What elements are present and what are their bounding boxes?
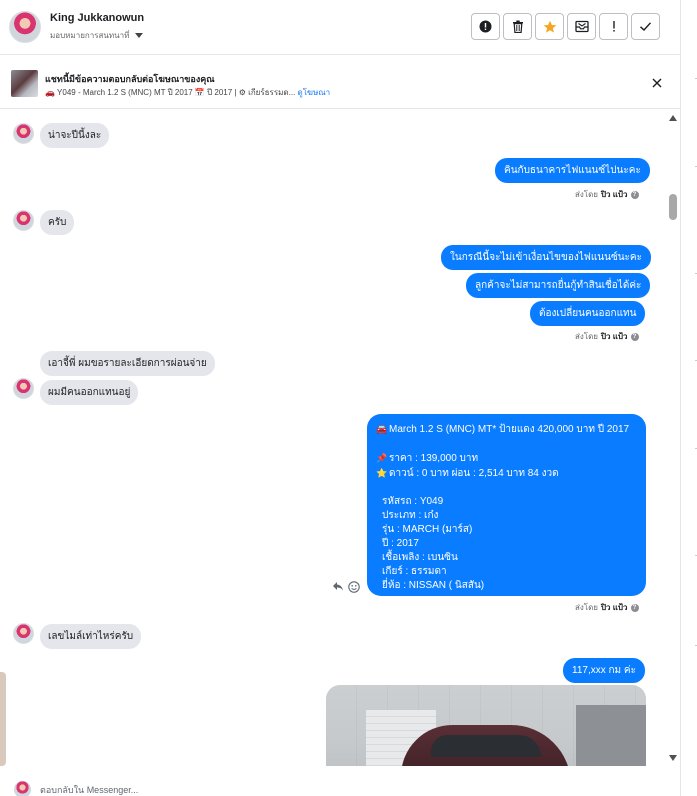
listing-year: ปี : 2017 — [382, 538, 419, 549]
outgoing-message[interactable]: ต้องเปลี่ยนคนออกแทน — [530, 301, 646, 326]
contact-name[interactable]: King Jukkanowun — [50, 12, 144, 24]
side-panel-edge — [0, 672, 6, 766]
car-icon: 🚘 — [376, 424, 388, 434]
mark-follow-up-button[interactable] — [599, 13, 628, 40]
trash-icon — [512, 20, 523, 33]
sent-by-label: ส่งโดย ปิว แป้ว ? — [575, 601, 639, 614]
message-actions — [332, 581, 360, 593]
info-icon[interactable]: ? — [630, 190, 639, 199]
info-icon[interactable]: ? — [630, 332, 639, 341]
sent-by-prefix: ส่งโดย — [575, 190, 598, 199]
action-toolbar — [471, 13, 660, 40]
alert-circle-icon — [479, 20, 492, 33]
caret-down-icon — [135, 33, 144, 38]
sent-by-name: ปิว แป้ว — [600, 603, 628, 612]
listing-fuel: เชื้อเพลิง : เบนซิน — [382, 552, 458, 563]
ad-details-text: 🚗 Y049 - March 1.2 S (MNC) MT ปี 2017 📅 … — [45, 88, 296, 97]
delete-button[interactable] — [503, 13, 532, 40]
outgoing-message[interactable]: คินกับธนาคารไฟแนนซ์ไปนะคะ — [495, 158, 650, 183]
move-to-inbox-button[interactable] — [567, 13, 596, 40]
listing-payment: ดาวน์ : 0 บาท ผ่อน : 2,514 บาท 84 งวด — [389, 468, 559, 479]
info-icon[interactable]: ? — [630, 603, 639, 612]
listing-price: ราคา : 139,000 บาท — [389, 453, 479, 464]
listing-car-code: รหัสรถ : Y049 — [382, 496, 444, 507]
avatar — [13, 378, 34, 399]
star-icon: ⭐ — [376, 468, 388, 478]
scroll-down-arrow-icon[interactable] — [669, 755, 677, 761]
conversation-panel: King Jukkanowun มอบหมายการสนทนาที่ แชทนี… — [0, 0, 680, 796]
avatar — [13, 623, 34, 644]
ad-thumbnail — [11, 70, 38, 97]
car-listing-message[interactable]: 🚘 March 1.2 S (MNC) MT* ป้ายแดง 420,000 บ… — [367, 414, 646, 596]
ad-banner-details: 🚗 Y049 - March 1.2 S (MNC) MT ปี 2017 📅 … — [45, 86, 330, 99]
sent-by-name: ปิว แป้ว — [600, 190, 628, 199]
listing-model: รุ่น : MARCH (มาร์ส) — [382, 524, 473, 535]
pin-icon: 📌 — [376, 453, 388, 463]
exclamation-icon — [612, 21, 615, 32]
avatar[interactable] — [9, 11, 41, 43]
incoming-message[interactable]: เอาจี้พี่ ผมขอรายละเอียดการผ่อนจ่าย — [40, 351, 215, 376]
sent-by-label: ส่งโดย ปิว แป้ว ? — [575, 330, 639, 343]
assign-conversation-dropdown[interactable]: มอบหมายการสนทนาที่ — [50, 29, 144, 42]
sent-by-name: ปิว แป้ว — [600, 332, 628, 341]
inbox-icon — [574, 20, 589, 33]
assign-label: มอบหมายการสนทนาที่ — [50, 31, 130, 40]
emoji-icon[interactable] — [348, 581, 360, 593]
incoming-message[interactable]: ครับ — [40, 210, 75, 235]
scrollbar-thumb[interactable] — [669, 194, 677, 220]
sent-by-prefix: ส่งโดย — [575, 603, 598, 612]
outgoing-message[interactable]: ลูกค้าจะไม่สามารถยื่นกู้ทำสินเชื่อได้ค่ะ — [466, 273, 651, 298]
right-edge-panel — [680, 0, 697, 796]
reply-icon[interactable] — [332, 581, 344, 592]
listing-brand: ยี่ห้อ : NISSAN ( นิสสัน) — [382, 580, 485, 591]
avatar — [14, 781, 31, 796]
ad-banner-title: แชทนี้มีข้อความตอบกลับต่อโฆษณาของคุณ — [45, 74, 215, 84]
outgoing-message[interactable]: 117,xxx กม ค่ะ — [563, 658, 645, 683]
sent-by-prefix: ส่งโดย — [575, 332, 598, 341]
incoming-message[interactable]: ผมมีคนออกแทนอยู่ — [40, 380, 139, 405]
mark-done-button[interactable] — [631, 13, 660, 40]
report-spam-button[interactable] — [471, 13, 500, 40]
avatar — [13, 123, 34, 144]
view-ad-link[interactable]: ดูโฆษณา — [298, 88, 331, 97]
listing-type: ประเภท : เก๋ง — [382, 510, 439, 521]
message-list[interactable]: น่าจะปีนี้งละ คินกับธนาคารไฟแนนซ์ไปนะคะ … — [0, 110, 666, 766]
check-icon — [640, 22, 652, 31]
incoming-message[interactable]: น่าจะปีนี้งละ — [40, 123, 110, 148]
car-photo-attachment[interactable] — [326, 685, 646, 766]
listing-gear: เกียร์ : ธรรมดา — [382, 566, 447, 577]
star-button[interactable] — [535, 13, 564, 40]
close-icon[interactable] — [650, 76, 664, 90]
avatar — [13, 210, 34, 231]
listing-headline: March 1.2 S (MNC) MT* ป้ายแดง 420,000 บา… — [389, 424, 630, 435]
star-icon — [543, 20, 556, 33]
scroll-up-arrow-icon[interactable] — [669, 115, 677, 121]
reply-input[interactable] — [40, 785, 640, 795]
outgoing-message[interactable]: ในกรณีนี้จะไม่เข้าเงื่อนไขของไฟแนนซ์นะคะ — [441, 245, 651, 270]
conversation-header: King Jukkanowun มอบหมายการสนทนาที่ — [0, 0, 680, 55]
chat-scrollbar[interactable] — [666, 110, 680, 766]
sent-by-label: ส่งโดย ปิว แป้ว ? — [575, 188, 639, 201]
incoming-message[interactable]: เลขไมล์เท่าไหร่ครับ — [40, 624, 142, 649]
